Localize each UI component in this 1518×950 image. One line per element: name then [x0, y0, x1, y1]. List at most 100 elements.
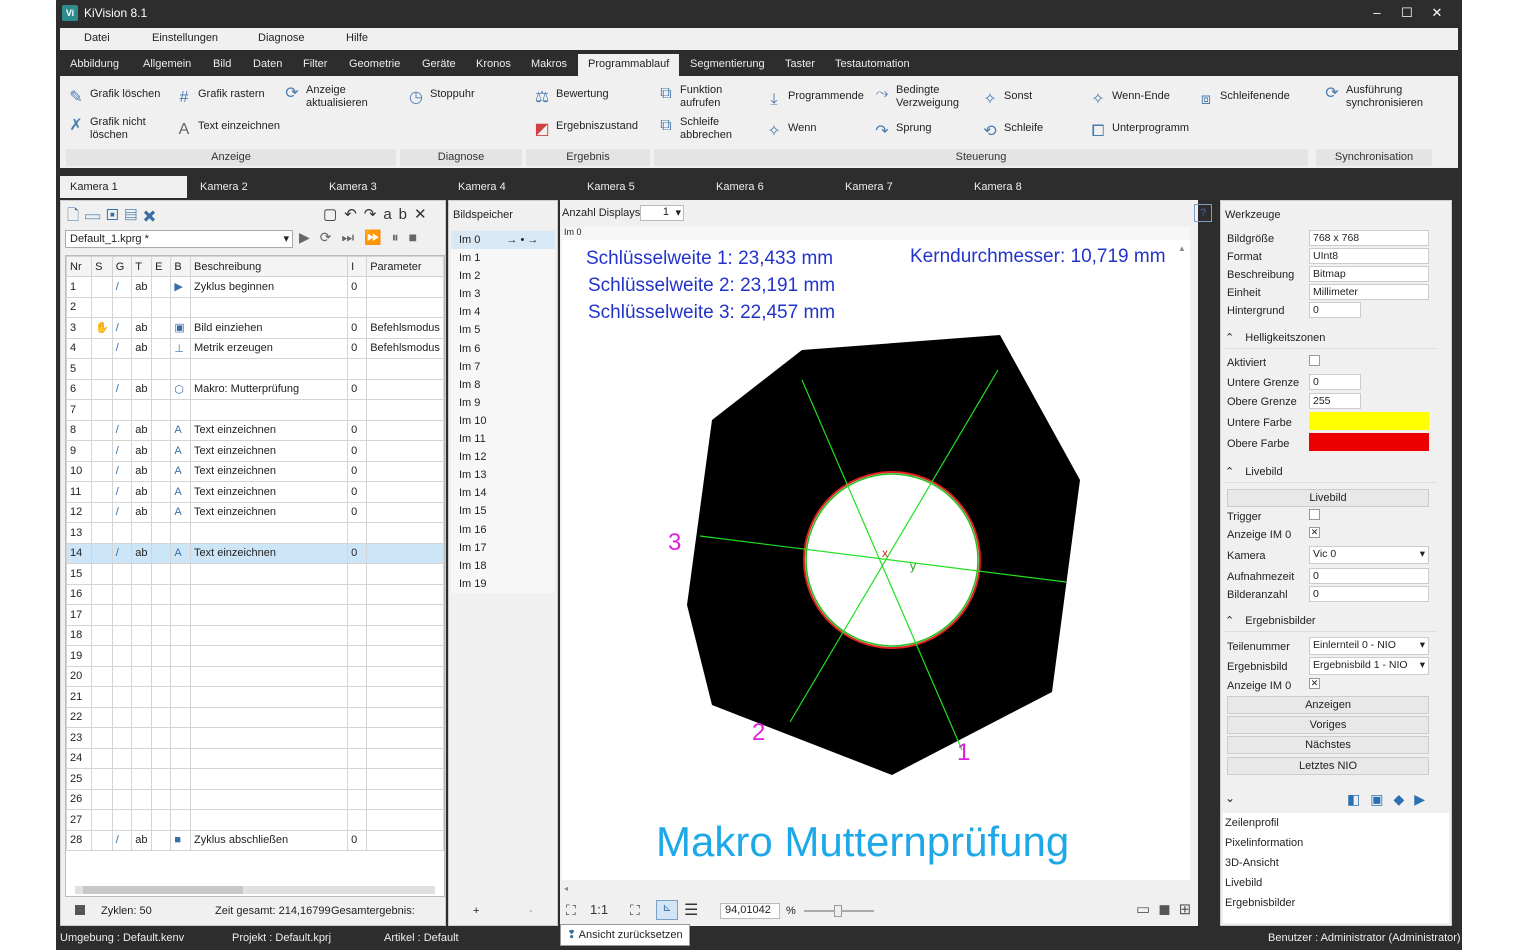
anzeigen-button[interactable]: Anzeigen: [1227, 696, 1429, 714]
image-memory-item[interactable]: Im 1: [451, 249, 555, 267]
table-row[interactable]: 27: [66, 809, 444, 831]
fit-view-icon[interactable]: ⛶: [630, 902, 640, 919]
monitor-icon[interactable]: ▣: [1370, 791, 1393, 807]
menu-datei[interactable]: Datei: [84, 32, 110, 44]
pause-icon[interactable]: ⏸: [392, 229, 409, 245]
zoom-one-to-one-button[interactable]: 1:1: [590, 902, 608, 917]
maximize-button[interactable]: ☐: [1392, 3, 1422, 23]
minimize-button[interactable]: –: [1362, 3, 1392, 23]
tab-bild[interactable]: Bild: [213, 58, 231, 70]
list-item-ergebnisbilder[interactable]: Ergebnisbilder: [1225, 897, 1295, 909]
livebild-header[interactable]: ⌃ Livebild: [1225, 465, 1437, 483]
image-memory-item[interactable]: Im 0 → • →: [451, 231, 555, 250]
image-memory-item[interactable]: Im 11: [451, 430, 555, 448]
table-row[interactable]: 1 /ab ▶ Zyklus beginnen 0: [66, 276, 444, 298]
canvas-horizontal-scrollbar[interactable]: ◂: [564, 884, 1192, 894]
help-button[interactable]: ?: [1194, 204, 1212, 222]
image-memory-item[interactable]: Im 8: [451, 376, 555, 394]
single-view-icon[interactable]: ▭: [1136, 901, 1158, 918]
image-memory-item[interactable]: Im 14: [451, 484, 555, 502]
image-memory-item[interactable]: Im 15: [451, 502, 555, 520]
table-row[interactable]: 15: [66, 563, 444, 585]
aufnahmezeit-value[interactable]: 0: [1309, 568, 1429, 584]
menu-diagnose[interactable]: Diagnose: [258, 32, 304, 44]
shapes-icon[interactable]: ◆: [1393, 791, 1414, 807]
tab-kamera-7[interactable]: Kamera 7: [845, 181, 893, 193]
obere-farbe-swatch[interactable]: [1309, 433, 1429, 451]
table-row[interactable]: 18: [66, 624, 444, 646]
table-row[interactable]: 2: [66, 296, 444, 318]
tab-kamera-3[interactable]: Kamera 3: [329, 181, 377, 193]
program-file-select[interactable]: Default_1.kprg * ▾: [65, 230, 293, 248]
obere-grenze-value[interactable]: 255: [1309, 393, 1361, 409]
image-memory-item[interactable]: Im 2: [451, 267, 555, 285]
step-icon[interactable]: ⏭: [342, 229, 365, 245]
image-memory-item[interactable]: Im 7: [451, 358, 555, 376]
tab-taster[interactable]: Taster: [785, 58, 815, 70]
close-button[interactable]: ✕: [1422, 3, 1452, 23]
tab-segmentierung[interactable]: Segmentierung: [690, 58, 765, 70]
tab-programmablauf[interactable]: Programmablauf: [578, 54, 680, 76]
table-row[interactable]: 11 /ab A Text einzeichnen 0: [66, 481, 444, 503]
tab-geraete[interactable]: Geräte: [422, 58, 456, 70]
tab-testautomation[interactable]: Testautomation: [835, 58, 910, 70]
text-ab-icon[interactable]: ab: [383, 206, 414, 223]
tab-filter[interactable]: Filter: [303, 58, 327, 70]
table-row[interactable]: 10 /ab A Text einzeichnen 0: [66, 460, 444, 482]
table-row[interactable]: 22: [66, 706, 444, 728]
list-item-3d-ansicht[interactable]: 3D-Ansicht: [1225, 857, 1279, 869]
table-row[interactable]: 13: [66, 522, 444, 544]
table-row[interactable]: 26: [66, 788, 444, 810]
anzahl-displays-select[interactable]: 1 ▾: [640, 205, 684, 221]
fit-frame-icon[interactable]: ⛶: [566, 902, 576, 919]
table-row[interactable]: 3 ✋ / ab ▣ Bild einziehen 0 Befehlsmodus: [66, 317, 444, 339]
table-row[interactable]: 19: [66, 645, 444, 667]
table-row[interactable]: 23: [66, 727, 444, 749]
naechstes-button[interactable]: Nächstes: [1227, 736, 1429, 754]
image-memory-item[interactable]: Im 12: [451, 448, 555, 466]
table-row[interactable]: 5: [66, 358, 444, 380]
video-icon[interactable]: ▶: [1414, 791, 1435, 807]
tab-kamera-2[interactable]: Kamera 2: [200, 181, 248, 193]
menu-hilfe[interactable]: Hilfe: [346, 32, 368, 44]
list-item-pixelinformation[interactable]: Pixelinformation: [1225, 837, 1303, 849]
aktiviert-checkbox[interactable]: [1309, 355, 1320, 366]
table-row[interactable]: 16: [66, 583, 444, 605]
add-image-button[interactable]: +: [473, 905, 479, 917]
horizontal-scrollbar[interactable]: [75, 886, 435, 894]
play-icon[interactable]: ▶: [299, 229, 320, 245]
image-memory-item[interactable]: Im 6: [451, 340, 555, 358]
untere-farbe-swatch[interactable]: [1309, 412, 1429, 430]
image-memory-item[interactable]: Im 5: [451, 321, 555, 339]
anzeige-im0-checkbox[interactable]: ✕: [1309, 527, 1320, 538]
image-memory-item[interactable]: Im 16: [451, 521, 555, 539]
image-memory-item[interactable]: Im 19: [451, 575, 555, 593]
image-memory-item[interactable]: Im 18: [451, 557, 555, 575]
tab-kronos[interactable]: Kronos: [476, 58, 511, 70]
table-row[interactable]: 28 /ab ■ Zyklus abschließen 0: [66, 829, 444, 851]
ergebnisbild-select[interactable]: Ergebnisbild 1 - NIO ▾: [1309, 657, 1429, 675]
table-row[interactable]: 17: [66, 604, 444, 626]
tab-allgemein[interactable]: Allgemein: [143, 58, 191, 70]
zoom-slider-thumb[interactable]: [834, 905, 842, 917]
tab-makros[interactable]: Makros: [531, 58, 567, 70]
tab-kamera-1[interactable]: Kamera 1: [60, 176, 187, 198]
list-item-livebild[interactable]: Livebild: [1225, 877, 1262, 889]
bilderanzahl-value[interactable]: 0: [1309, 586, 1429, 602]
menu-einstellungen[interactable]: Einstellungen: [152, 32, 218, 44]
tab-kamera-8[interactable]: Kamera 8: [974, 181, 1022, 193]
save-as-icon[interactable]: ▤: [125, 207, 144, 224]
contrast-icon[interactable]: ◧: [1347, 791, 1370, 807]
menu-lines-icon[interactable]: ☰: [684, 900, 698, 920]
table-row[interactable]: 4 /ab ⊥ Metrik erzeugen 0 Befehlsmodus: [66, 337, 444, 359]
image-memory-item[interactable]: Im 10: [451, 412, 555, 430]
anzeige-im0-2-checkbox[interactable]: ✕: [1309, 678, 1320, 689]
tab-geometrie[interactable]: Geometrie: [349, 58, 400, 70]
axes-toggle-icon[interactable]: ⊾: [656, 900, 678, 920]
collapse-chevron-icon[interactable]: ⌄: [1225, 791, 1235, 805]
format-value[interactable]: UInt8: [1309, 248, 1429, 264]
helligkeitszonen-header[interactable]: ⌃ Helligkeitszonen: [1225, 331, 1437, 349]
table-row[interactable]: 21: [66, 686, 444, 708]
restart-icon[interactable]: ⟳: [320, 229, 342, 245]
settings-icon[interactable]: ✕: [414, 206, 434, 223]
